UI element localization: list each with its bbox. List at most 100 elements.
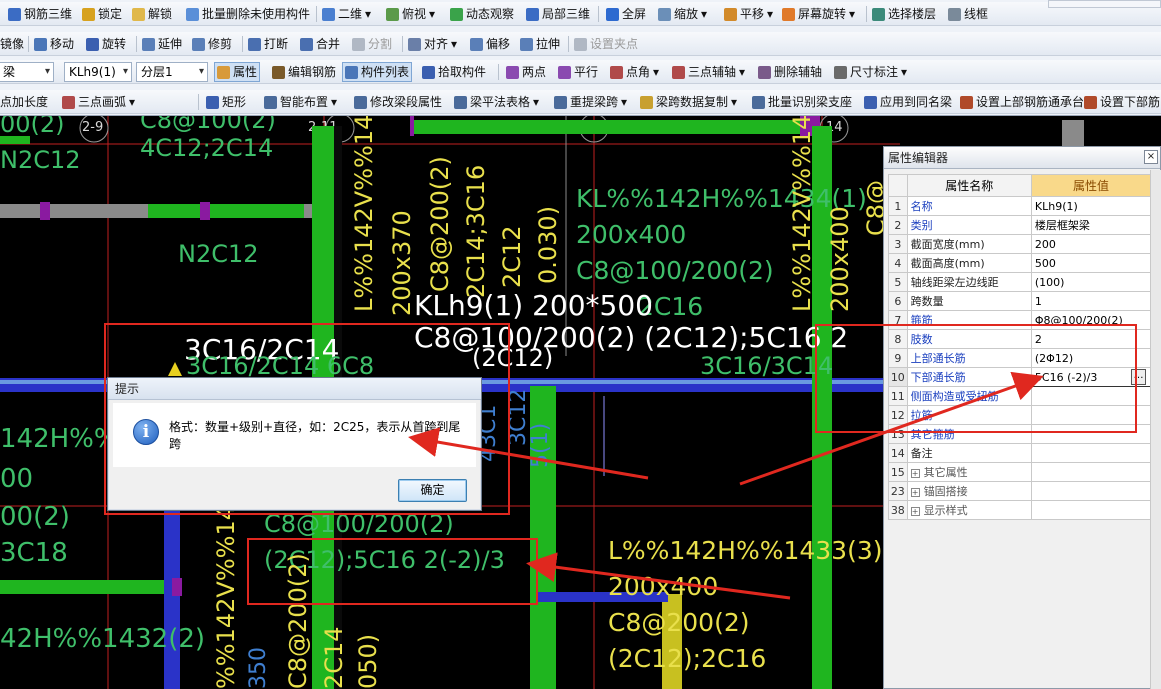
property-editor-title[interactable]: 属性编辑器 × [884, 147, 1160, 169]
pick-member-icon [422, 65, 435, 79]
beam-green-top[interactable] [410, 120, 820, 134]
vertical-beam-label: 2C12 [498, 225, 526, 288]
parallel-icon [558, 65, 571, 79]
set-grip-button[interactable]: 设置夹点 [572, 35, 640, 53]
chevron-down-icon[interactable]: ▾ [621, 93, 627, 111]
property-row[interactable]: 4 截面高度(mm) 500 [888, 253, 1152, 273]
rectangle-button[interactable]: 矩形 [204, 93, 248, 111]
split-button[interactable]: 分割 [350, 35, 394, 53]
beam-label: 00 [0, 464, 34, 494]
batch-delete-button[interactable]: 批量删除未使用构件 [184, 5, 312, 23]
smart-layout-button[interactable]: 智能布置 ▾ [262, 93, 339, 111]
span-copy-button[interactable]: 梁跨数据复制 ▾ [638, 93, 739, 111]
break-button[interactable]: 打断 [246, 35, 290, 53]
chevron-down-icon[interactable]: ▾ [533, 93, 539, 111]
modify-beam-icon [354, 95, 367, 109]
member-list-button[interactable]: 构件列表 [342, 62, 413, 82]
beam-label: 4C12;2C14 [140, 134, 274, 162]
select-floor-button[interactable]: 选择楼层 [870, 5, 938, 23]
rotate-icon [86, 37, 99, 51]
chevron-down-icon[interactable]: ▾ [429, 5, 435, 23]
property-row[interactable]: 14 备注 [888, 443, 1152, 463]
screen-rotate-button[interactable]: 屏幕旋转 ▾ [780, 5, 857, 23]
three-point-arc-button[interactable]: 三点画弧 ▾ [60, 93, 137, 111]
dimension-button[interactable]: 尺寸标注 ▾ [832, 63, 909, 81]
top-view-icon [386, 7, 399, 21]
zoom-button[interactable]: 缩放 ▾ [656, 5, 709, 23]
close-icon[interactable]: × [1144, 150, 1158, 164]
chevron-down-icon[interactable]: ▾ [901, 63, 907, 81]
set-bottom-rebar-button[interactable]: 设置下部筋 [1082, 93, 1161, 111]
align-button[interactable]: 对齐 ▾ [406, 35, 459, 53]
expand-icon[interactable]: + [910, 487, 920, 497]
orbit-button[interactable]: 动态观察 [448, 5, 516, 23]
delete-axis-button[interactable]: 删除辅轴 [756, 63, 824, 81]
properties-button[interactable]: 属性 [214, 62, 261, 82]
beam-label: C8@100/200(2) [264, 510, 454, 538]
parallel-button[interactable]: 平行 [556, 63, 600, 81]
chevron-down-icon[interactable]: ▾ [731, 93, 737, 111]
re-span-button[interactable]: 重提梁跨 ▾ [552, 93, 629, 111]
chevron-down-icon[interactable]: ▾ [129, 93, 135, 111]
pick-member-button[interactable]: 拾取构件 [420, 63, 488, 81]
point-angle-button[interactable]: 点角 ▾ [608, 63, 661, 81]
apply-same-name-button[interactable]: 应用到同名梁 [862, 93, 954, 111]
vertical-scrollbar[interactable] [1150, 170, 1161, 689]
property-row[interactable]: 3 截面宽度(mm) 200 [888, 234, 1152, 254]
member-type-select[interactable]: 梁 [0, 62, 54, 82]
beam-table-button[interactable]: 梁平法表格 ▾ [452, 93, 541, 111]
chevron-down-icon[interactable]: ▾ [701, 5, 707, 23]
expand-icon[interactable]: + [910, 506, 920, 516]
pan-button[interactable]: 平移 ▾ [722, 5, 775, 23]
col-value-header: 属性值 [1030, 174, 1152, 197]
layer-select[interactable]: 分层1 [136, 62, 208, 82]
chevron-down-icon[interactable]: ▾ [365, 5, 371, 23]
property-row[interactable]: 5 轴线距梁左边线距 (100) [888, 272, 1152, 292]
property-row[interactable]: 1 名称 KLh9(1) [888, 196, 1152, 216]
lock-button[interactable]: 锁定 [80, 5, 124, 23]
chevron-down-icon[interactable]: ▾ [739, 63, 745, 81]
local-3d-button[interactable]: 局部三维 [524, 5, 592, 23]
beam-label: 00(2) [0, 502, 70, 532]
offset-button[interactable]: 偏移 [468, 35, 512, 53]
beam-label: 00(2) [0, 116, 65, 138]
point-length-button[interactable]: 点加长度 [0, 93, 50, 111]
property-group-row[interactable]: 23 + 锚固搭接 [888, 481, 1152, 501]
trim-button[interactable]: 修剪 [190, 35, 234, 53]
merge-button[interactable]: 合并 [298, 35, 342, 53]
top-view-button[interactable]: 俯视 ▾ [384, 5, 437, 23]
beam-green-left[interactable] [0, 580, 180, 594]
two-point-button[interactable]: 两点 [504, 63, 548, 81]
grip-icon [574, 37, 587, 51]
beam-green[interactable] [148, 204, 304, 218]
stretch-button[interactable]: 拉伸 [518, 35, 562, 53]
identify-support-button[interactable]: 批量识别梁支座 [750, 93, 854, 111]
chevron-down-icon[interactable]: ▾ [767, 5, 773, 23]
rebar-3d-button[interactable]: 钢筋三维 [6, 5, 74, 23]
three-point-axis-button[interactable]: 三点辅轴 ▾ [670, 63, 747, 81]
2d-view-button[interactable]: 二维 ▾ [320, 5, 373, 23]
unlock-button[interactable]: 解锁 [130, 5, 174, 23]
chevron-down-icon[interactable]: ▾ [653, 63, 659, 81]
chevron-down-icon[interactable]: ▾ [849, 5, 855, 23]
chevron-down-icon[interactable]: ▾ [331, 93, 337, 111]
modify-beam-button[interactable]: 修改梁段属性 [352, 93, 444, 111]
wireframe-button[interactable]: 线框 [946, 5, 990, 23]
member-select[interactable]: KLh9(1) [64, 62, 132, 82]
fullscreen-button[interactable]: 全屏 [604, 5, 648, 23]
move-icon [34, 37, 47, 51]
rotate-button[interactable]: 旋转 [84, 35, 128, 53]
property-row[interactable]: 6 跨数量 1 [888, 291, 1152, 311]
move-button[interactable]: 移动 [32, 35, 76, 53]
property-group-row[interactable]: 15 + 其它属性 [888, 462, 1152, 482]
chevron-down-icon[interactable]: ▾ [451, 35, 457, 53]
mirror-button[interactable]: 镜像 [0, 35, 26, 53]
set-top-rebar-button[interactable]: 设置上部钢筋通承台 [958, 93, 1086, 111]
vertical-beam-label: 3C12 [506, 388, 531, 446]
arc-icon [62, 95, 75, 109]
extend-button[interactable]: 延伸 [140, 35, 184, 53]
property-row[interactable]: 2 类别 楼层框架梁 [888, 215, 1152, 235]
property-group-row[interactable]: 38 + 显示样式 [888, 500, 1152, 520]
expand-icon[interactable]: + [910, 468, 920, 478]
edit-rebar-button[interactable]: 编辑钢筋 [270, 63, 338, 81]
